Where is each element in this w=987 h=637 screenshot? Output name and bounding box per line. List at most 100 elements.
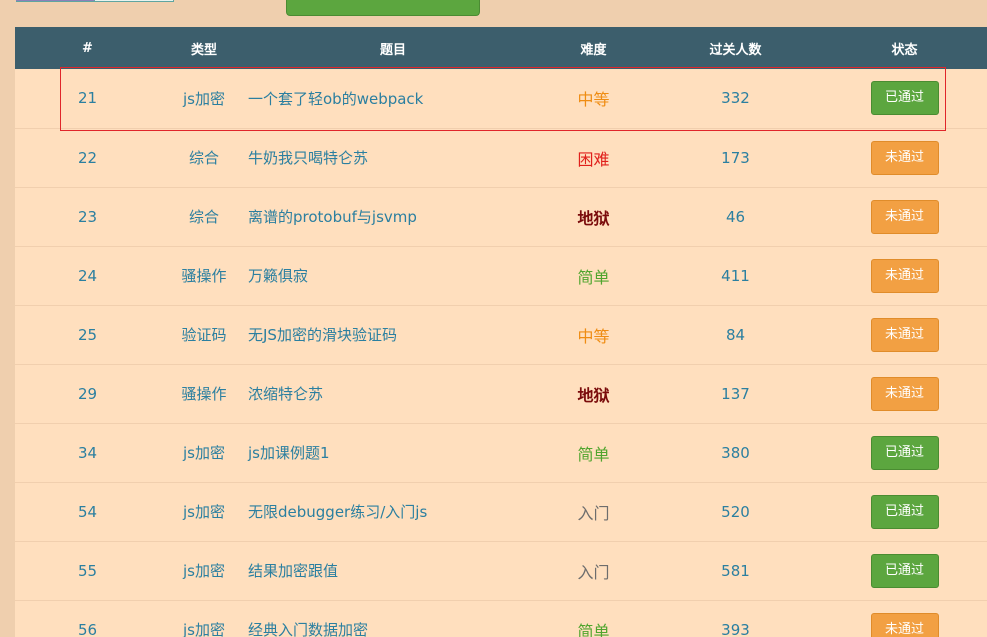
row-status-cell: 未通过 — [822, 600, 987, 637]
row-passed-count: 393 — [721, 620, 750, 637]
header-type: 类型 — [190, 42, 217, 58]
row-id: 25 — [77, 325, 98, 344]
row-title-cell: 经典入门数据加密 — [248, 600, 538, 637]
header-title: 题目 — [379, 42, 406, 58]
row-type: 综合 — [188, 149, 219, 167]
row-id: 24 — [77, 266, 98, 285]
row-type: js加密 — [183, 562, 225, 580]
top-green-button-label — [287, 4, 479, 15]
row-status-cell: 已通过 — [822, 423, 987, 482]
row-type: 骚操作 — [181, 385, 227, 403]
row-title-link[interactable]: 一个套了轻ob的webpack — [248, 90, 423, 108]
row-title-link[interactable]: 无限debugger练习/入门js — [248, 503, 427, 521]
table-row: 55 js加密 结果加密跟值 入门 581 已通过 — [15, 541, 987, 600]
row-difficulty: 简单 — [577, 621, 610, 637]
row-id: 55 — [77, 561, 98, 580]
row-id: 34 — [77, 443, 98, 462]
row-title-link[interactable]: js加课例题1 — [248, 444, 330, 462]
table-row: 25 验证码 无JS加密的滑块验证码 中等 84 未通过 — [15, 305, 987, 364]
row-title-link[interactable]: 结果加密跟值 — [248, 562, 338, 580]
row-title-link[interactable]: 浓缩特仑苏 — [248, 385, 323, 403]
row-title-link[interactable]: 万籁俱寂 — [248, 267, 308, 285]
status-button[interactable]: 未通过 — [870, 612, 939, 637]
row-type: 骚操作 — [181, 267, 227, 285]
top-tab-accent — [94, 0, 174, 2]
row-id: 29 — [77, 384, 98, 403]
row-title-cell: 离谱的protobuf与jsvmp — [248, 187, 538, 246]
row-difficulty: 简单 — [577, 444, 610, 464]
row-type: js加密 — [183, 503, 225, 521]
challenge-table: # 类型 题目 难度 过关人数 状态 21 js加密 一个套了轻ob的webpack… — [15, 27, 987, 637]
header-id: # — [82, 40, 93, 56]
row-type: js加密 — [183, 444, 225, 462]
status-button[interactable]: 已通过 — [870, 81, 939, 116]
row-title-cell: 万籁俱寂 — [248, 246, 538, 305]
row-type: 验证码 — [181, 326, 227, 344]
table-row: 22 综合 牛奶我只喝特仑苏 困难 173 未通过 — [15, 128, 987, 187]
table-row: 24 骚操作 万籁俱寂 简单 411 未通过 — [15, 246, 987, 305]
row-passed-count: 332 — [721, 89, 750, 108]
row-type: js加密 — [183, 89, 225, 108]
header-passed-count: 过关人数 — [709, 42, 762, 58]
top-green-button[interactable] — [286, 0, 480, 16]
row-difficulty: 入门 — [577, 562, 610, 582]
status-button[interactable]: 已通过 — [870, 435, 939, 470]
row-passed-count: 520 — [721, 502, 750, 521]
row-id: 22 — [77, 148, 98, 167]
table-body: 21 js加密 一个套了轻ob的webpack 中等 332 已通过 22 综合 牛奶我只喝特仑… — [15, 69, 987, 637]
row-status-cell: 未通过 — [822, 128, 987, 187]
status-button[interactable]: 未通过 — [870, 140, 939, 175]
row-title-cell: 无JS加密的滑块验证码 — [248, 305, 538, 364]
top-tab-edge[interactable] — [16, 0, 174, 2]
row-passed-count: 84 — [725, 325, 746, 344]
row-difficulty: 困难 — [577, 149, 610, 169]
row-title-cell: 一个套了轻ob的webpack — [248, 69, 538, 128]
row-passed-count: 173 — [721, 148, 750, 167]
row-difficulty: 中等 — [577, 326, 610, 346]
row-difficulty: 地狱 — [577, 208, 610, 228]
status-button[interactable]: 已通过 — [870, 553, 939, 588]
row-difficulty: 简单 — [577, 267, 610, 287]
row-passed-count: 137 — [721, 384, 750, 403]
row-status-cell: 已通过 — [822, 482, 987, 541]
row-title-link[interactable]: 无JS加密的滑块验证码 — [248, 326, 397, 344]
row-type: 综合 — [188, 208, 219, 226]
row-id: 23 — [77, 207, 98, 226]
row-title-cell: 无限debugger练习/入门js — [248, 482, 538, 541]
row-difficulty: 中等 — [577, 90, 610, 110]
table-row: 56 js加密 经典入门数据加密 简单 393 未通过 — [15, 600, 987, 637]
row-status-cell: 未通过 — [822, 187, 987, 246]
row-title-link[interactable]: 经典入门数据加密 — [248, 621, 368, 637]
table-row: 34 js加密 js加课例题1 简单 380 已通过 — [15, 423, 987, 482]
table-row: 21 js加密 一个套了轻ob的webpack 中等 332 已通过 — [15, 69, 987, 128]
status-button[interactable]: 已通过 — [870, 494, 939, 529]
row-title-cell: 浓缩特仑苏 — [248, 364, 538, 423]
row-passed-count: 411 — [721, 266, 750, 285]
row-id: 56 — [77, 620, 98, 637]
table-header: # 类型 题目 难度 过关人数 状态 — [15, 27, 987, 69]
status-button[interactable]: 未通过 — [870, 317, 939, 352]
row-passed-count: 380 — [721, 443, 750, 462]
row-id: 54 — [77, 502, 98, 521]
row-difficulty: 入门 — [577, 503, 610, 523]
row-title-cell: 结果加密跟值 — [248, 541, 538, 600]
row-id: 21 — [77, 89, 98, 108]
table-row: 29 骚操作 浓缩特仑苏 地狱 137 未通过 — [15, 364, 987, 423]
row-status-cell: 未通过 — [822, 364, 987, 423]
row-status-cell: 已通过 — [822, 541, 987, 600]
header-difficulty: 难度 — [580, 42, 607, 58]
status-button[interactable]: 未通过 — [870, 199, 939, 234]
row-title-link[interactable]: 牛奶我只喝特仑苏 — [248, 149, 368, 167]
status-button[interactable]: 未通过 — [870, 258, 939, 293]
row-title-link[interactable]: 离谱的protobuf与jsvmp — [248, 208, 417, 226]
row-passed-count: 581 — [721, 561, 750, 580]
row-status-cell: 未通过 — [822, 246, 987, 305]
status-button[interactable]: 未通过 — [870, 376, 939, 411]
row-passed-count: 46 — [725, 207, 746, 226]
row-status-cell: 已通过 — [822, 69, 987, 128]
row-title-cell: 牛奶我只喝特仑苏 — [248, 128, 538, 187]
row-status-cell: 未通过 — [822, 305, 987, 364]
header-status: 状态 — [891, 42, 918, 58]
table-row: 23 综合 离谱的protobuf与jsvmp 地狱 46 未通过 — [15, 187, 987, 246]
row-title-cell: js加课例题1 — [248, 423, 538, 482]
